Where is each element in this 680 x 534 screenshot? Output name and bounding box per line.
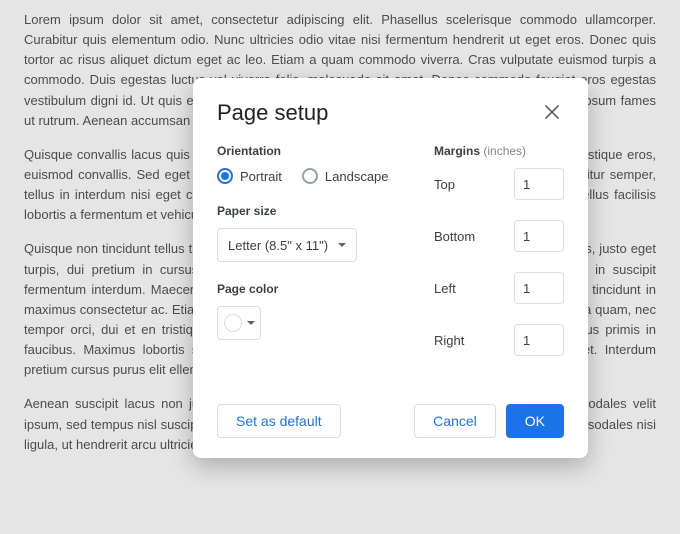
radio-label: Landscape <box>325 169 389 184</box>
ok-button[interactable]: OK <box>506 404 564 438</box>
radio-icon <box>302 168 318 184</box>
margin-right-label: Right <box>434 333 464 348</box>
chevron-down-icon <box>338 243 346 247</box>
margin-top-input[interactable] <box>514 168 564 200</box>
margin-bottom-input[interactable] <box>514 220 564 252</box>
paper-size-select[interactable]: Letter (8.5" x 11") <box>217 228 357 262</box>
radio-icon <box>217 168 233 184</box>
chevron-down-icon <box>247 321 255 325</box>
paper-size-label: Paper size <box>217 204 408 218</box>
page-color-select[interactable] <box>217 306 261 340</box>
margin-left-input[interactable] <box>514 272 564 304</box>
orientation-label: Orientation <box>217 144 408 158</box>
margin-bottom-label: Bottom <box>434 229 475 244</box>
margin-top-label: Top <box>434 177 455 192</box>
close-icon <box>545 105 559 119</box>
margin-right-input[interactable] <box>514 324 564 356</box>
page-color-label: Page color <box>217 282 408 296</box>
cancel-button[interactable]: Cancel <box>414 404 496 438</box>
orientation-portrait-radio[interactable]: Portrait <box>217 168 282 184</box>
margins-label: Margins (inches) <box>434 144 564 158</box>
orientation-landscape-radio[interactable]: Landscape <box>302 168 389 184</box>
set-as-default-button[interactable]: Set as default <box>217 404 341 438</box>
dialog-title: Page setup <box>217 100 328 126</box>
radio-label: Portrait <box>240 169 282 184</box>
margin-left-label: Left <box>434 281 456 296</box>
page-setup-dialog: Page setup Orientation Portrait Landscap… <box>193 78 588 458</box>
color-swatch <box>224 314 242 332</box>
paper-size-value: Letter (8.5" x 11") <box>228 238 328 253</box>
close-button[interactable] <box>540 100 564 124</box>
